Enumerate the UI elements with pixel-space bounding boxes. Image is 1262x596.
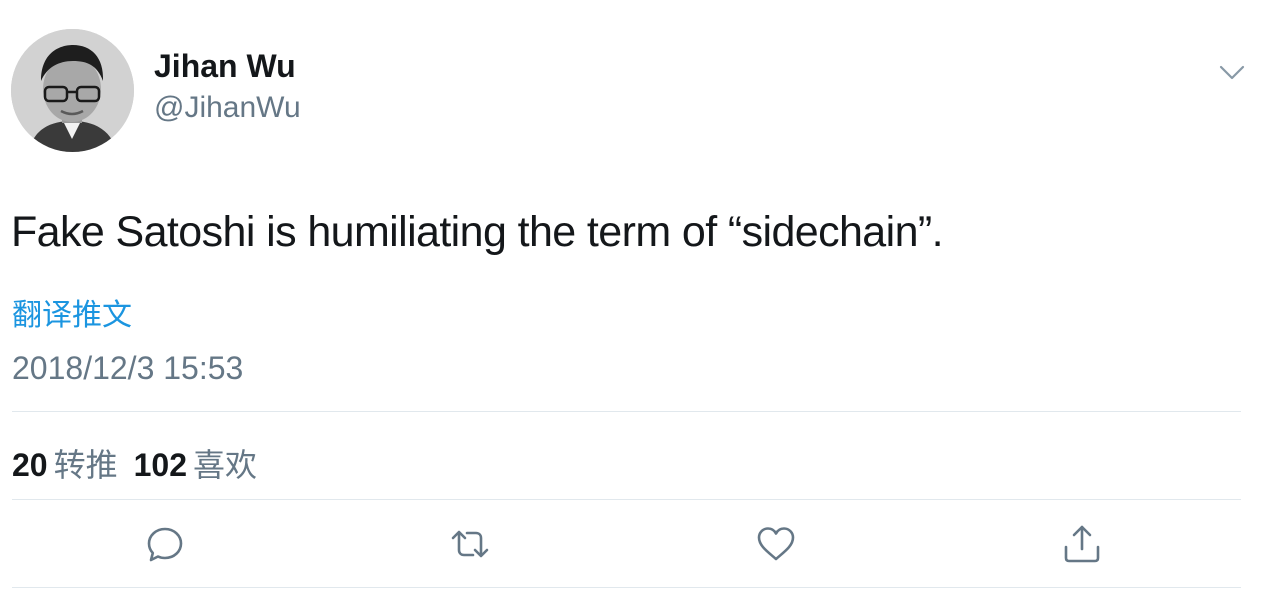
divider (12, 499, 1241, 500)
author-display-name[interactable]: Jihan Wu (154, 48, 296, 85)
translate-tweet-link[interactable]: 翻译推文 (12, 290, 132, 334)
share-icon (1064, 525, 1100, 563)
tweet-timestamp[interactable]: 2018/12/3 15:53 (12, 350, 243, 387)
retweets-stat[interactable]: 20 转推 (12, 440, 118, 486)
retweet-button[interactable] (449, 523, 491, 565)
retweets-label: 转推 (53, 447, 118, 483)
reply-button[interactable] (144, 523, 186, 565)
avatar-image (11, 29, 134, 152)
heart-icon (757, 527, 795, 561)
author-handle[interactable]: @JihanWu (154, 91, 301, 125)
likes-count: 102 (133, 447, 187, 483)
tweet-text: Fake Satoshi is humiliating the term of … (11, 208, 944, 256)
chevron-down-icon[interactable] (1216, 60, 1248, 84)
divider (12, 587, 1241, 588)
retweet-icon (451, 530, 489, 558)
likes-label: 喜欢 (193, 447, 258, 483)
likes-stat[interactable]: 102 喜欢 (134, 440, 257, 486)
retweets-count: 20 (12, 447, 48, 483)
tweet-stats: 20 转推 102 喜欢 (12, 440, 257, 486)
like-button[interactable] (755, 523, 797, 565)
divider (12, 411, 1241, 412)
share-button[interactable] (1061, 523, 1103, 565)
tweet-card: Jihan Wu @JihanWu Fake Satoshi is humili… (0, 0, 1262, 596)
reply-icon (147, 527, 183, 562)
avatar[interactable] (11, 29, 134, 152)
